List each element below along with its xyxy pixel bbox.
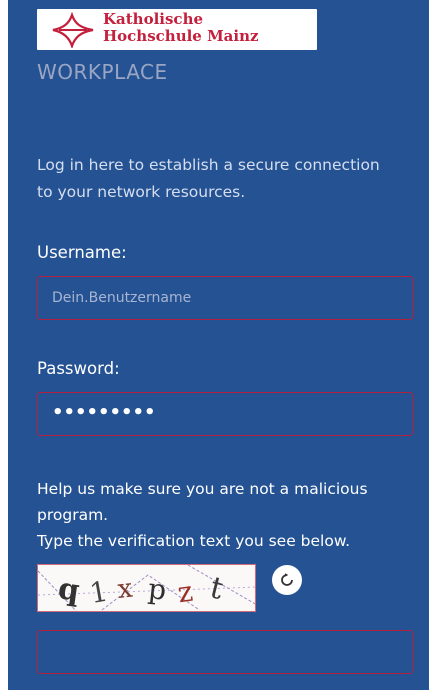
logo-line-1: Katholische [103, 10, 204, 28]
logo-line-2: Hochschule Mainz [103, 27, 259, 45]
refresh-icon [281, 573, 293, 586]
captcha-char-3: x [116, 574, 134, 605]
verification-help: Help us make sure you are not a maliciou… [37, 476, 417, 554]
password-value: ••••••••• [52, 402, 156, 423]
captcha-image: q 1 x p z t [37, 564, 256, 612]
captcha-char-2: 1 [87, 575, 110, 611]
app-title: WORKPLACE [37, 60, 168, 84]
refresh-captcha-button[interactable] [272, 565, 302, 595]
university-logo: Katholische Hochschule Mainz [37, 9, 317, 50]
username-placeholder: Dein.Benutzername [52, 290, 192, 306]
verification-input[interactable] [37, 630, 413, 674]
verification-help-text: Help us make sure you are not a maliciou… [37, 480, 368, 524]
verification-instruction: Type the verification text you see below… [37, 532, 351, 550]
password-field[interactable]: ••••••••• [37, 392, 413, 436]
captcha-char-4: p [147, 572, 168, 607]
captcha-char-5: z [176, 575, 195, 610]
login-panel: Katholische Hochschule Mainz WORKPLACE L… [8, 0, 429, 690]
cross-logo-icon [52, 12, 94, 48]
captcha-char-1: q [56, 571, 82, 609]
password-label: Password: [37, 359, 120, 378]
captcha-graphic: q 1 x p z t [38, 565, 255, 611]
username-field[interactable]: Dein.Benutzername [37, 276, 413, 320]
intro-text: Log in here to establish a secure connec… [37, 156, 380, 201]
username-label: Username: [37, 243, 127, 262]
